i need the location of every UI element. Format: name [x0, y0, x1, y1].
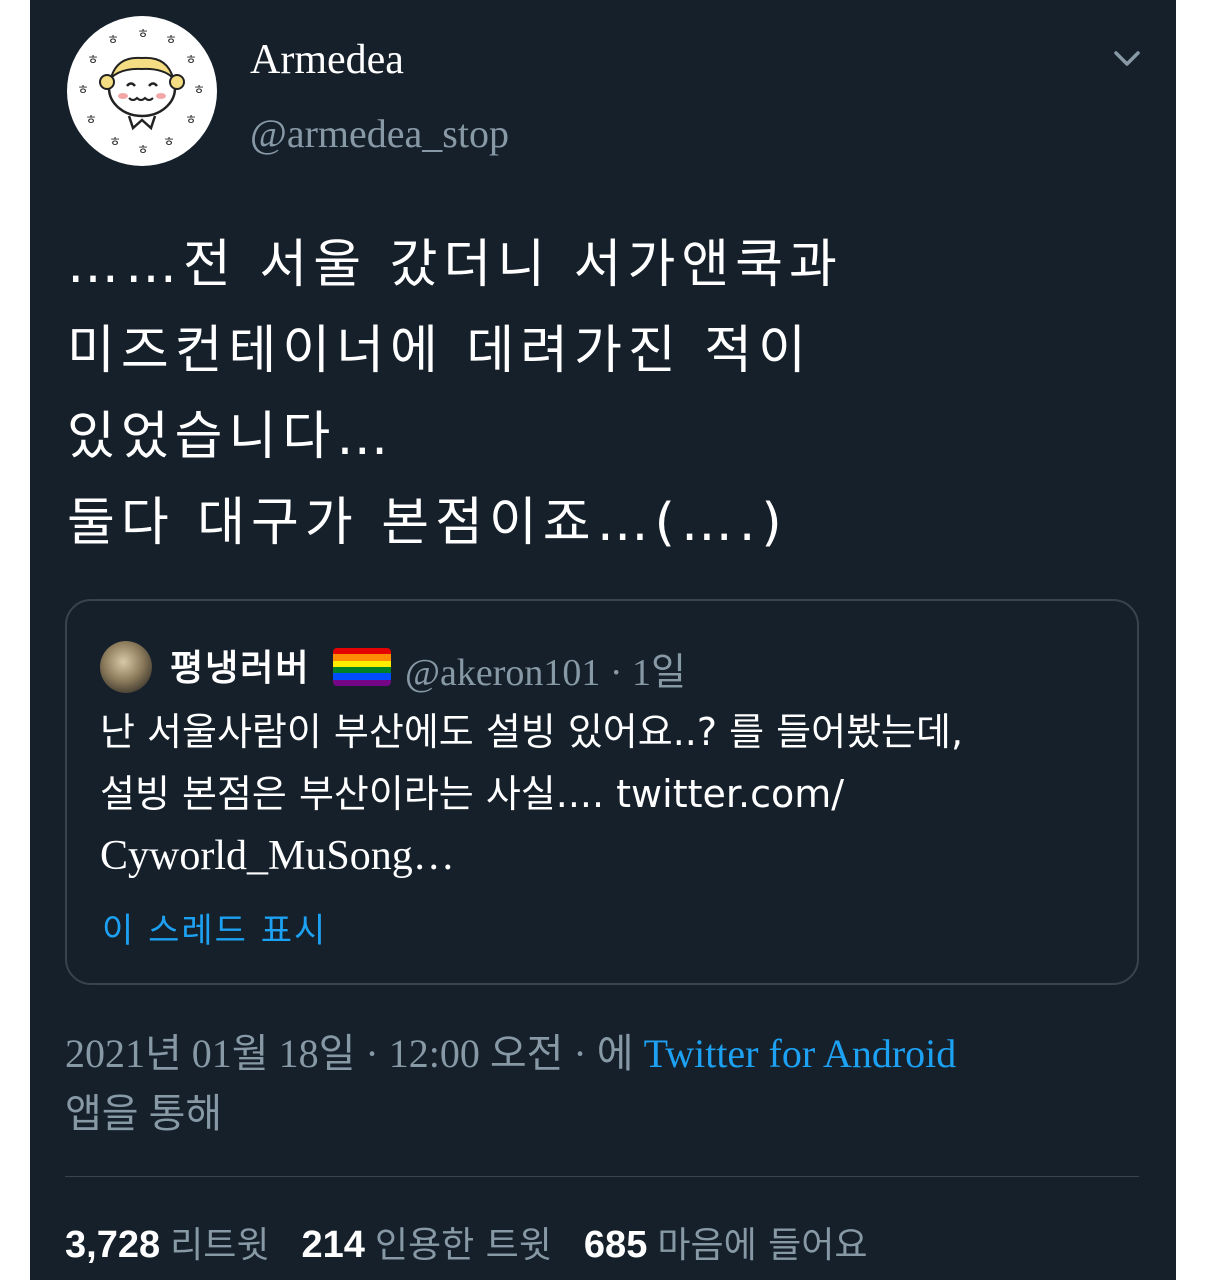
timestamp[interactable]: 2021년 01월 18일 · 12:00 오전 · 에 — [65, 1031, 644, 1076]
quoted-text-line: Cyworld_MuSong… — [100, 833, 455, 879]
svg-text:ㅎ: ㅎ — [163, 135, 175, 150]
tweet-text-line: ……전 서울 갔더니 서가앤쿡과 — [67, 235, 843, 295]
quoted-text-line: 난 서울사람이 부산에도 설빙 있어요..? 를 들어봤는데, — [100, 710, 964, 754]
quoted-handle-time: @akeron101 · 1일 — [405, 652, 686, 694]
source-link[interactable]: Twitter for Android — [644, 1031, 957, 1076]
likes-count[interactable]: 685 — [584, 1224, 647, 1266]
svg-text:ㅎ: ㅎ — [107, 33, 119, 48]
svg-text:ㅎ: ㅎ — [137, 143, 149, 158]
avatar-illustration: ㅎㅎㅎ ㅎㅎ ㅎㅎ ㅎㅎ ㅎㅎㅎ — [77, 27, 205, 158]
retweets-label[interactable]: 리트윗 — [170, 1225, 269, 1266]
svg-text:ㅎ: ㅎ — [109, 135, 121, 150]
svg-text:ㅎ: ㅎ — [185, 113, 197, 128]
svg-text:ㅎ: ㅎ — [77, 83, 89, 98]
svg-text:ㅎ: ㅎ — [137, 27, 149, 42]
svg-text:ㅎ: ㅎ — [87, 53, 99, 68]
tweet-text-line: 미즈컨테이너에 데려가진 적이 — [67, 321, 812, 381]
quoted-text-line: 설빙 본점은 부산이라는 사실.... twitter.com/ — [100, 772, 845, 816]
quotes-count[interactable]: 214 — [301, 1224, 364, 1266]
rainbow-flag-icon — [333, 648, 391, 686]
tweet-card: ㅎㅎㅎ ㅎㅎ ㅎㅎ ㅎㅎ ㅎㅎㅎ Armedea @armedea_stop …… — [30, 0, 1176, 1280]
quoted-text: 난 서울사람이 부산에도 설빙 있어요..? 를 들어봤는데, 설빙 본점은 부… — [100, 701, 1110, 887]
retweets-count[interactable]: 3,728 — [65, 1224, 160, 1266]
source-suffix: 앱을 통해 — [65, 1091, 223, 1136]
tweet-meta: 2021년 01월 18일 · 12:00 오전 · 에 Twitter for… — [65, 1024, 1145, 1144]
quoted-display-name: 평냉러버 — [170, 648, 311, 689]
svg-text:ㅎ: ㅎ — [165, 33, 177, 48]
svg-text:ㅎ: ㅎ — [85, 113, 97, 128]
tweet-text-line: 둘다 대구가 본점이죠…(….) — [67, 493, 788, 553]
handle[interactable]: @armedea_stop — [250, 110, 509, 157]
tweet-text-line: 있었습니다… — [67, 407, 395, 467]
likes-label[interactable]: 마음에 들어요 — [657, 1225, 867, 1266]
avatar[interactable]: ㅎㅎㅎ ㅎㅎ ㅎㅎ ㅎㅎ ㅎㅎㅎ — [67, 16, 217, 166]
tweet-text: ……전 서울 갔더니 서가앤쿡과 미즈컨테이너에 데려가진 적이 있었습니다… … — [67, 222, 1127, 566]
quoted-tweet[interactable]: 평냉러버 @akeron101 · 1일 난 서울사람이 부산에도 설빙 있어요… — [65, 599, 1139, 985]
quoted-avatar[interactable] — [100, 641, 152, 693]
chevron-down-icon[interactable] — [1110, 44, 1144, 72]
divider — [65, 1176, 1139, 1177]
show-thread-link[interactable]: 이 스레드 표시 — [102, 903, 327, 952]
quotes-label[interactable]: 인용한 트윗 — [375, 1225, 552, 1266]
svg-text:ㅎ: ㅎ — [185, 53, 197, 68]
display-name[interactable]: Armedea — [250, 36, 404, 84]
tweet-stats: 3,728 리트윗 214 인용한 트윗 685 마음에 들어요 — [65, 1216, 890, 1268]
svg-text:ㅎ: ㅎ — [193, 83, 205, 98]
